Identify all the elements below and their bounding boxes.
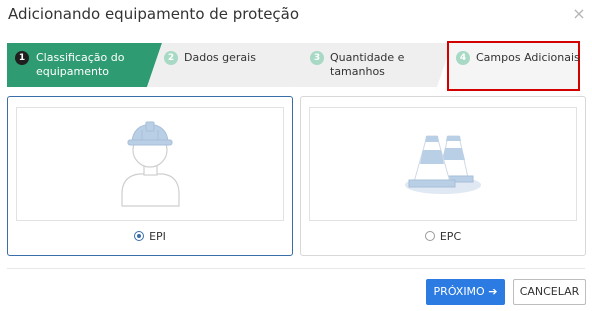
step-4-number: 4 [456,51,470,65]
step-1-number: 1 [15,51,29,65]
worker-helmet-icon [121,121,180,207]
add-equipment-dialog: Adicionando equipamento de proteção × 1 … [0,0,592,311]
cancel-button[interactable]: CANCELAR [513,279,586,305]
epi-label: EPI [149,230,166,243]
epc-radio[interactable] [424,231,435,241]
epc-radio-row[interactable]: EPC [301,230,585,243]
epc-label: EPC [439,230,462,243]
step-3-label: Quantidade e tamanhos [330,51,405,78]
step-dados-gerais[interactable]: 2 Dados gerais [147,43,307,87]
epi-radio-row[interactable]: EPI [8,230,292,243]
step-classificacao[interactable]: 1 Classificação do equipamento [7,43,162,87]
traffic-cones-icon [405,135,481,194]
dialog-header: Adicionando equipamento de proteção × [0,0,592,32]
dialog-title: Adicionando equipamento de proteção [8,5,300,23]
step-campos-adicionais[interactable]: 4 Campos Adicionais [447,41,580,91]
step-4-label: Campos Adicionais [476,51,580,64]
option-card-epc[interactable]: EPC [300,96,586,256]
footer-divider [7,268,585,269]
epi-radio[interactable] [134,231,145,241]
arrow-right-icon: ➔ [488,285,498,298]
step-3-number: 3 [310,51,324,65]
step-1-label: Classificação do equipamento [36,51,125,78]
epc-illustration [309,107,577,221]
step-2-background [147,43,307,87]
close-icon[interactable]: × [570,4,588,24]
step-2-label: Dados gerais [184,51,256,64]
step-2-number: 2 [164,51,178,65]
next-button[interactable]: PRÓXIMO ➔ [426,279,505,305]
step-quantidade-tamanhos[interactable]: 3 Quantidade e tamanhos [292,43,452,87]
option-card-epi[interactable]: EPI [7,96,293,256]
epi-illustration [16,107,284,221]
next-button-label: PRÓXIMO [433,285,485,298]
